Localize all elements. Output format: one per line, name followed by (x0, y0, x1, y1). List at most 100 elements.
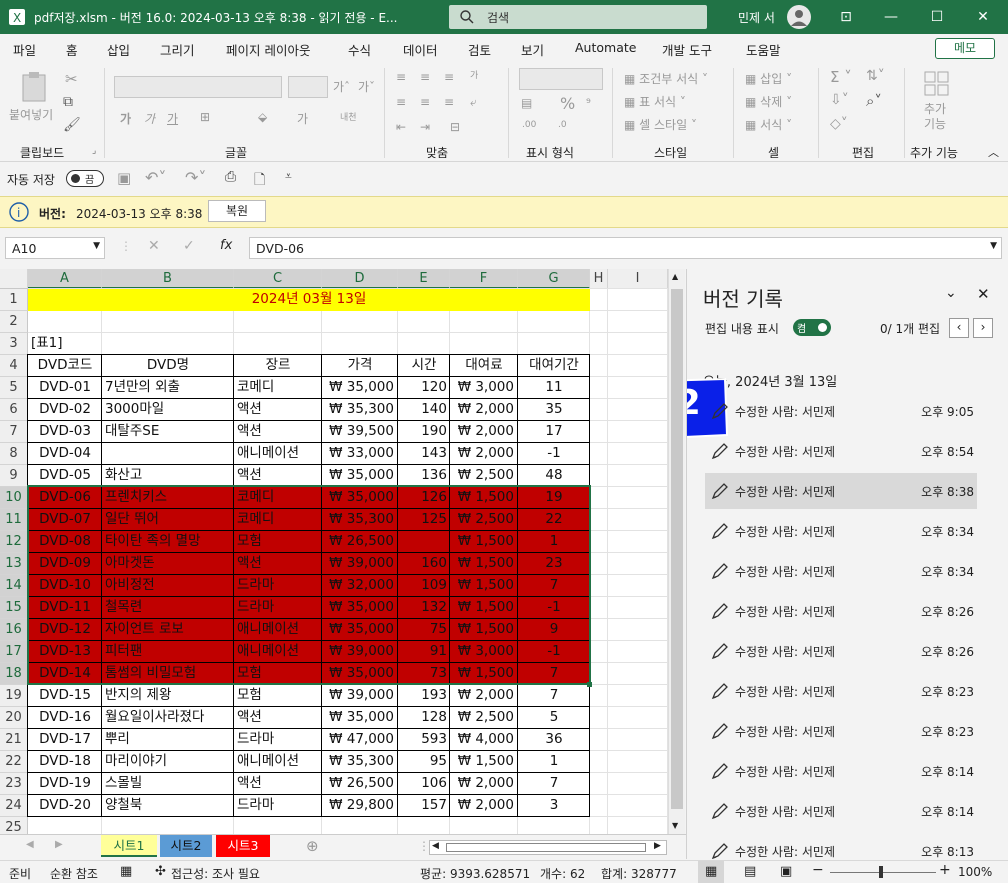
table-cell[interactable]: ₩ 2,000 (450, 685, 518, 707)
row-header[interactable]: 9 (0, 465, 28, 487)
title-cell[interactable]: 2024년 03월 13일 (28, 289, 590, 311)
maximize-icon[interactable]: ☐ (926, 6, 948, 28)
undo-icon[interactable]: ↶˅ (145, 168, 166, 187)
percent-icon[interactable]: % (560, 94, 575, 113)
table-cell[interactable]: ₩ 39,500 (322, 421, 398, 443)
table-cell[interactable]: 반지의 제왕 (102, 685, 234, 707)
row-header[interactable]: 21 (0, 729, 28, 751)
scroll-right-icon[interactable]: ▶ (654, 841, 661, 851)
tab-view[interactable]: 보기 (521, 40, 544, 59)
tab-draw[interactable]: 그리기 (160, 40, 195, 59)
table-format-button[interactable]: ▦ 표 서식 ˅ (624, 93, 686, 110)
row-header[interactable]: 5 (0, 377, 28, 399)
sheet-tab-1[interactable]: 시트1 (101, 835, 157, 857)
font-size-dropdown[interactable] (288, 76, 328, 98)
table-cell[interactable]: 마리이야기 (102, 751, 234, 773)
table-cell[interactable]: 3 (518, 795, 590, 817)
accounting-icon[interactable]: ▤ (521, 96, 532, 110)
table-cell[interactable]: DVD-02 (28, 399, 102, 421)
table-cell[interactable]: 7 (518, 773, 590, 795)
border-icon[interactable]: ⊞ (200, 110, 210, 124)
table-cell[interactable]: -1 (518, 443, 590, 465)
next-edit-button[interactable]: › (973, 318, 993, 338)
column-header[interactable]: D (322, 269, 398, 289)
table-cell[interactable]: 190 (398, 421, 450, 443)
status-accessibility[interactable]: 접근성: 조사 필요 (171, 865, 260, 882)
table-cell[interactable]: 11 (518, 377, 590, 399)
table-cell[interactable]: 593 (398, 729, 450, 751)
column-header[interactable]: G (518, 269, 590, 289)
table-cell[interactable]: 액션 (234, 399, 322, 421)
collapse-icon[interactable]: ⌄ (945, 285, 957, 301)
table-header[interactable]: 장르 (234, 355, 322, 377)
table-cell[interactable]: 스몰빌 (102, 773, 234, 795)
delete-cells-button[interactable]: ▦ 삭제 ˅ (745, 93, 792, 110)
table-cell[interactable]: 코메디 (234, 377, 322, 399)
table-cell[interactable]: ₩ 35,000 (322, 707, 398, 729)
wrap-text-icon[interactable]: ⤶ (470, 95, 477, 110)
tab-developer[interactable]: 개발 도구 (662, 40, 712, 59)
table-cell[interactable]: 140 (398, 399, 450, 421)
autosave-toggle[interactable]: 끔 (66, 170, 104, 187)
version-item[interactable]: 수정한 사람: 서민제 오후 8:38 (705, 473, 977, 509)
accessibility-icon[interactable]: ✣ (155, 864, 166, 879)
table-cell[interactable]: ₩ 26,500 (322, 773, 398, 795)
align-bottom-icon[interactable]: ≡ (444, 70, 454, 84)
version-item[interactable]: 수정한 사람: 서민제 오후 8:26 (705, 593, 977, 629)
column-header[interactable]: A (28, 269, 102, 289)
row-header[interactable]: 2 (0, 311, 28, 333)
clear-icon[interactable]: ◇˅ (830, 116, 848, 132)
column-header[interactable]: B (102, 269, 234, 289)
row-header[interactable]: 18 (0, 663, 28, 685)
fill-color-icon[interactable]: ⬙ (258, 110, 267, 124)
table-cell[interactable]: 106 (398, 773, 450, 795)
table-cell[interactable]: 193 (398, 685, 450, 707)
minimize-icon[interactable]: — (880, 6, 902, 28)
addins-icon[interactable] (923, 70, 951, 98)
enter-icon[interactable]: ✓ (183, 238, 195, 254)
new-file-icon[interactable]: 🗋 (254, 169, 265, 193)
row-header[interactable]: 4 (0, 355, 28, 377)
table-cell[interactable]: 애니메이션 (234, 751, 322, 773)
table-cell[interactable]: 48 (518, 465, 590, 487)
cell-style-button[interactable]: ▦ 셀 스타일 ˅ (624, 116, 697, 133)
tab-file[interactable]: 파일 (13, 40, 36, 59)
align-top-icon[interactable]: ≡ (396, 70, 406, 84)
search-box[interactable]: 검색 (449, 5, 707, 29)
version-item[interactable]: 수정한 사람: 서민제 오후 9:05 (705, 393, 977, 429)
h-scroll-thumb[interactable] (446, 843, 646, 852)
format-painter-icon[interactable]: 🖌 (63, 117, 81, 133)
tab-help[interactable]: 도움말 (746, 40, 781, 59)
table-cell[interactable]: 120 (398, 377, 450, 399)
table-cell[interactable]: 드라마 (234, 795, 322, 817)
phonetic-icon[interactable]: 내천 (340, 110, 357, 123)
table-cell[interactable]: ₩ 35,300 (322, 399, 398, 421)
table-cell[interactable]: 액션 (234, 773, 322, 795)
row-header[interactable]: 19 (0, 685, 28, 707)
shrink-font-icon[interactable]: 가ˇ (358, 78, 375, 95)
table-cell[interactable]: ₩ 2,000 (450, 443, 518, 465)
table-cell[interactable]: 17 (518, 421, 590, 443)
align-middle-icon[interactable]: ≡ (420, 70, 430, 84)
column-header[interactable]: H (590, 269, 608, 289)
version-item[interactable]: 수정한 사람: 서민제 오후 8:34 (705, 513, 977, 549)
comma-icon[interactable]: ⁹ (586, 96, 591, 110)
table-cell[interactable]: ₩ 2,500 (450, 465, 518, 487)
spreadsheet-grid[interactable]: A B C D E F G H I 1 2 3 4 5 6 7 8 9 10 11 12 13 14 15 16 17 18 19 20… (0, 269, 668, 834)
prev-edit-button[interactable]: ‹ (949, 318, 969, 338)
sheet-tab-3[interactable]: 시트3 (216, 835, 270, 857)
format-cells-button[interactable]: ▦ 서식 ˅ (745, 116, 792, 133)
close-icon[interactable]: ✕ (972, 6, 994, 28)
restore-button[interactable]: 복원 (208, 200, 266, 222)
conditional-format-button[interactable]: ▦ 조건부 서식 ˅ (624, 70, 708, 87)
tab-data[interactable]: 데이터 (403, 40, 438, 59)
row-header[interactable]: 10 (0, 487, 28, 509)
row-header[interactable]: 12 (0, 531, 28, 553)
table-cell[interactable]: 월요일이사라졌다 (102, 707, 234, 729)
insert-cells-button[interactable]: ▦ 삽입 ˅ (745, 70, 792, 87)
table-cell[interactable]: 양철북 (102, 795, 234, 817)
table-cell[interactable]: ₩ 47,000 (322, 729, 398, 751)
sort-filter-icon[interactable]: ⇅˅ (866, 68, 885, 84)
row-header[interactable]: 7 (0, 421, 28, 443)
collapse-ribbon-icon[interactable]: ︿ (988, 144, 999, 160)
